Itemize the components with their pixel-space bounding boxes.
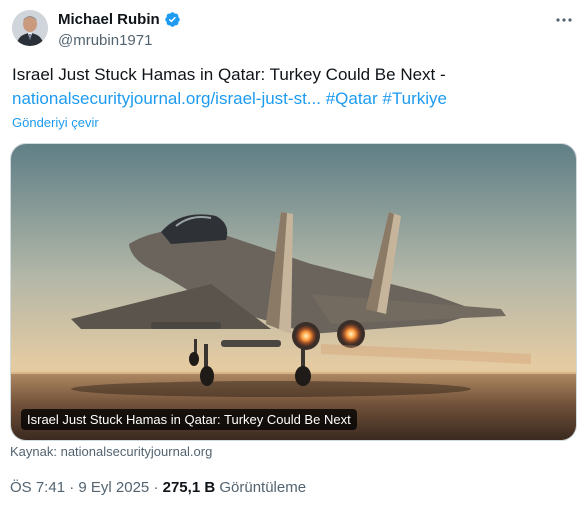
hashtag-turkiye[interactable]: #Turkiye [382, 89, 447, 108]
tweet-meta: ÖS 7:41 · 9 Eyl 2025 · 275,1 B Görüntüle… [10, 479, 306, 496]
link-card[interactable]: Israel Just Stuck Hamas in Qatar: Turkey… [10, 143, 577, 441]
meta-separator: · [69, 479, 75, 496]
card-image-jet [11, 144, 576, 440]
tweet-text-body: Israel Just Stuck Hamas in Qatar: Turkey… [12, 65, 446, 84]
tweet-time[interactable]: ÖS 7:41 [10, 479, 65, 496]
author-name-row: Michael Rubin [58, 11, 181, 28]
hashtag-qatar[interactable]: #Qatar [326, 89, 378, 108]
verified-badge-icon [164, 11, 181, 28]
tweet-text: Israel Just Stuck Hamas in Qatar: Turkey… [12, 63, 578, 111]
tweet-link[interactable]: nationalsecurityjournal.org/israel-just-… [12, 89, 321, 108]
card-title-overlay: Israel Just Stuck Hamas in Qatar: Turkey… [21, 409, 357, 430]
author-handle[interactable]: @mrubin1971 [58, 32, 152, 49]
author-name[interactable]: Michael Rubin [58, 11, 160, 28]
meta-separator: · [153, 479, 159, 496]
more-options-icon[interactable] [554, 10, 574, 30]
view-count-label: Görüntüleme [219, 479, 307, 496]
avatar[interactable] [12, 10, 48, 46]
tweet-date[interactable]: 9 Eyl 2025 [78, 479, 149, 496]
avatar-image [12, 10, 48, 46]
card-source[interactable]: Kaynak: nationalsecurityjournal.org [10, 444, 212, 459]
translate-post-link[interactable]: Gönderiyi çevir [12, 115, 99, 130]
view-count: 275,1 B [162, 479, 216, 496]
